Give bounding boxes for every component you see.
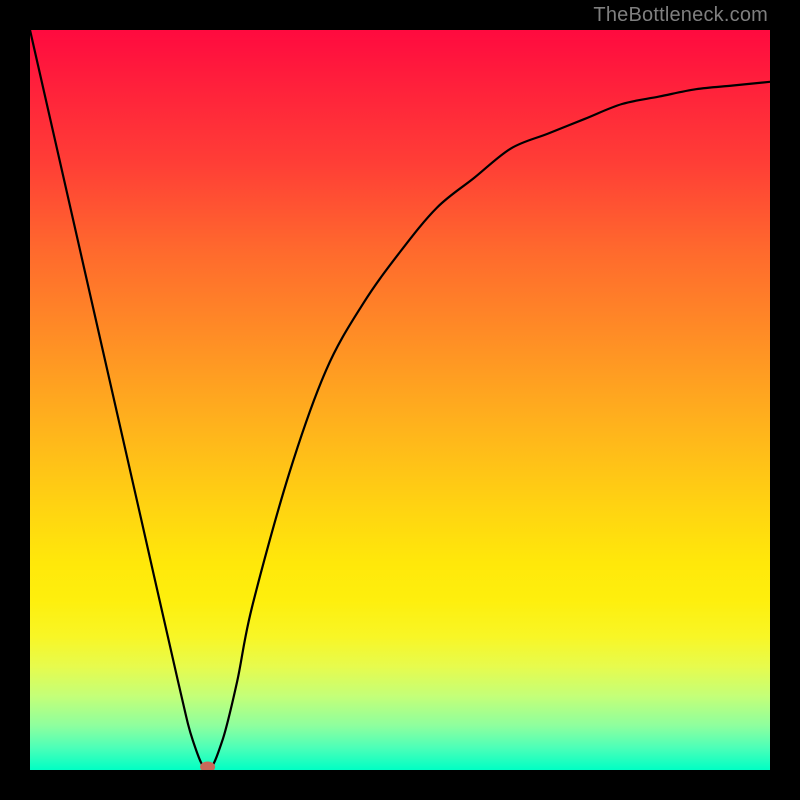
watermark-text: TheBottleneck.com	[593, 4, 768, 27]
chart-svg	[30, 30, 770, 770]
minimum-marker	[201, 762, 215, 770]
plot-area	[30, 30, 770, 770]
bottleneck-curve	[30, 30, 770, 770]
chart-frame: TheBottleneck.com	[0, 0, 800, 800]
